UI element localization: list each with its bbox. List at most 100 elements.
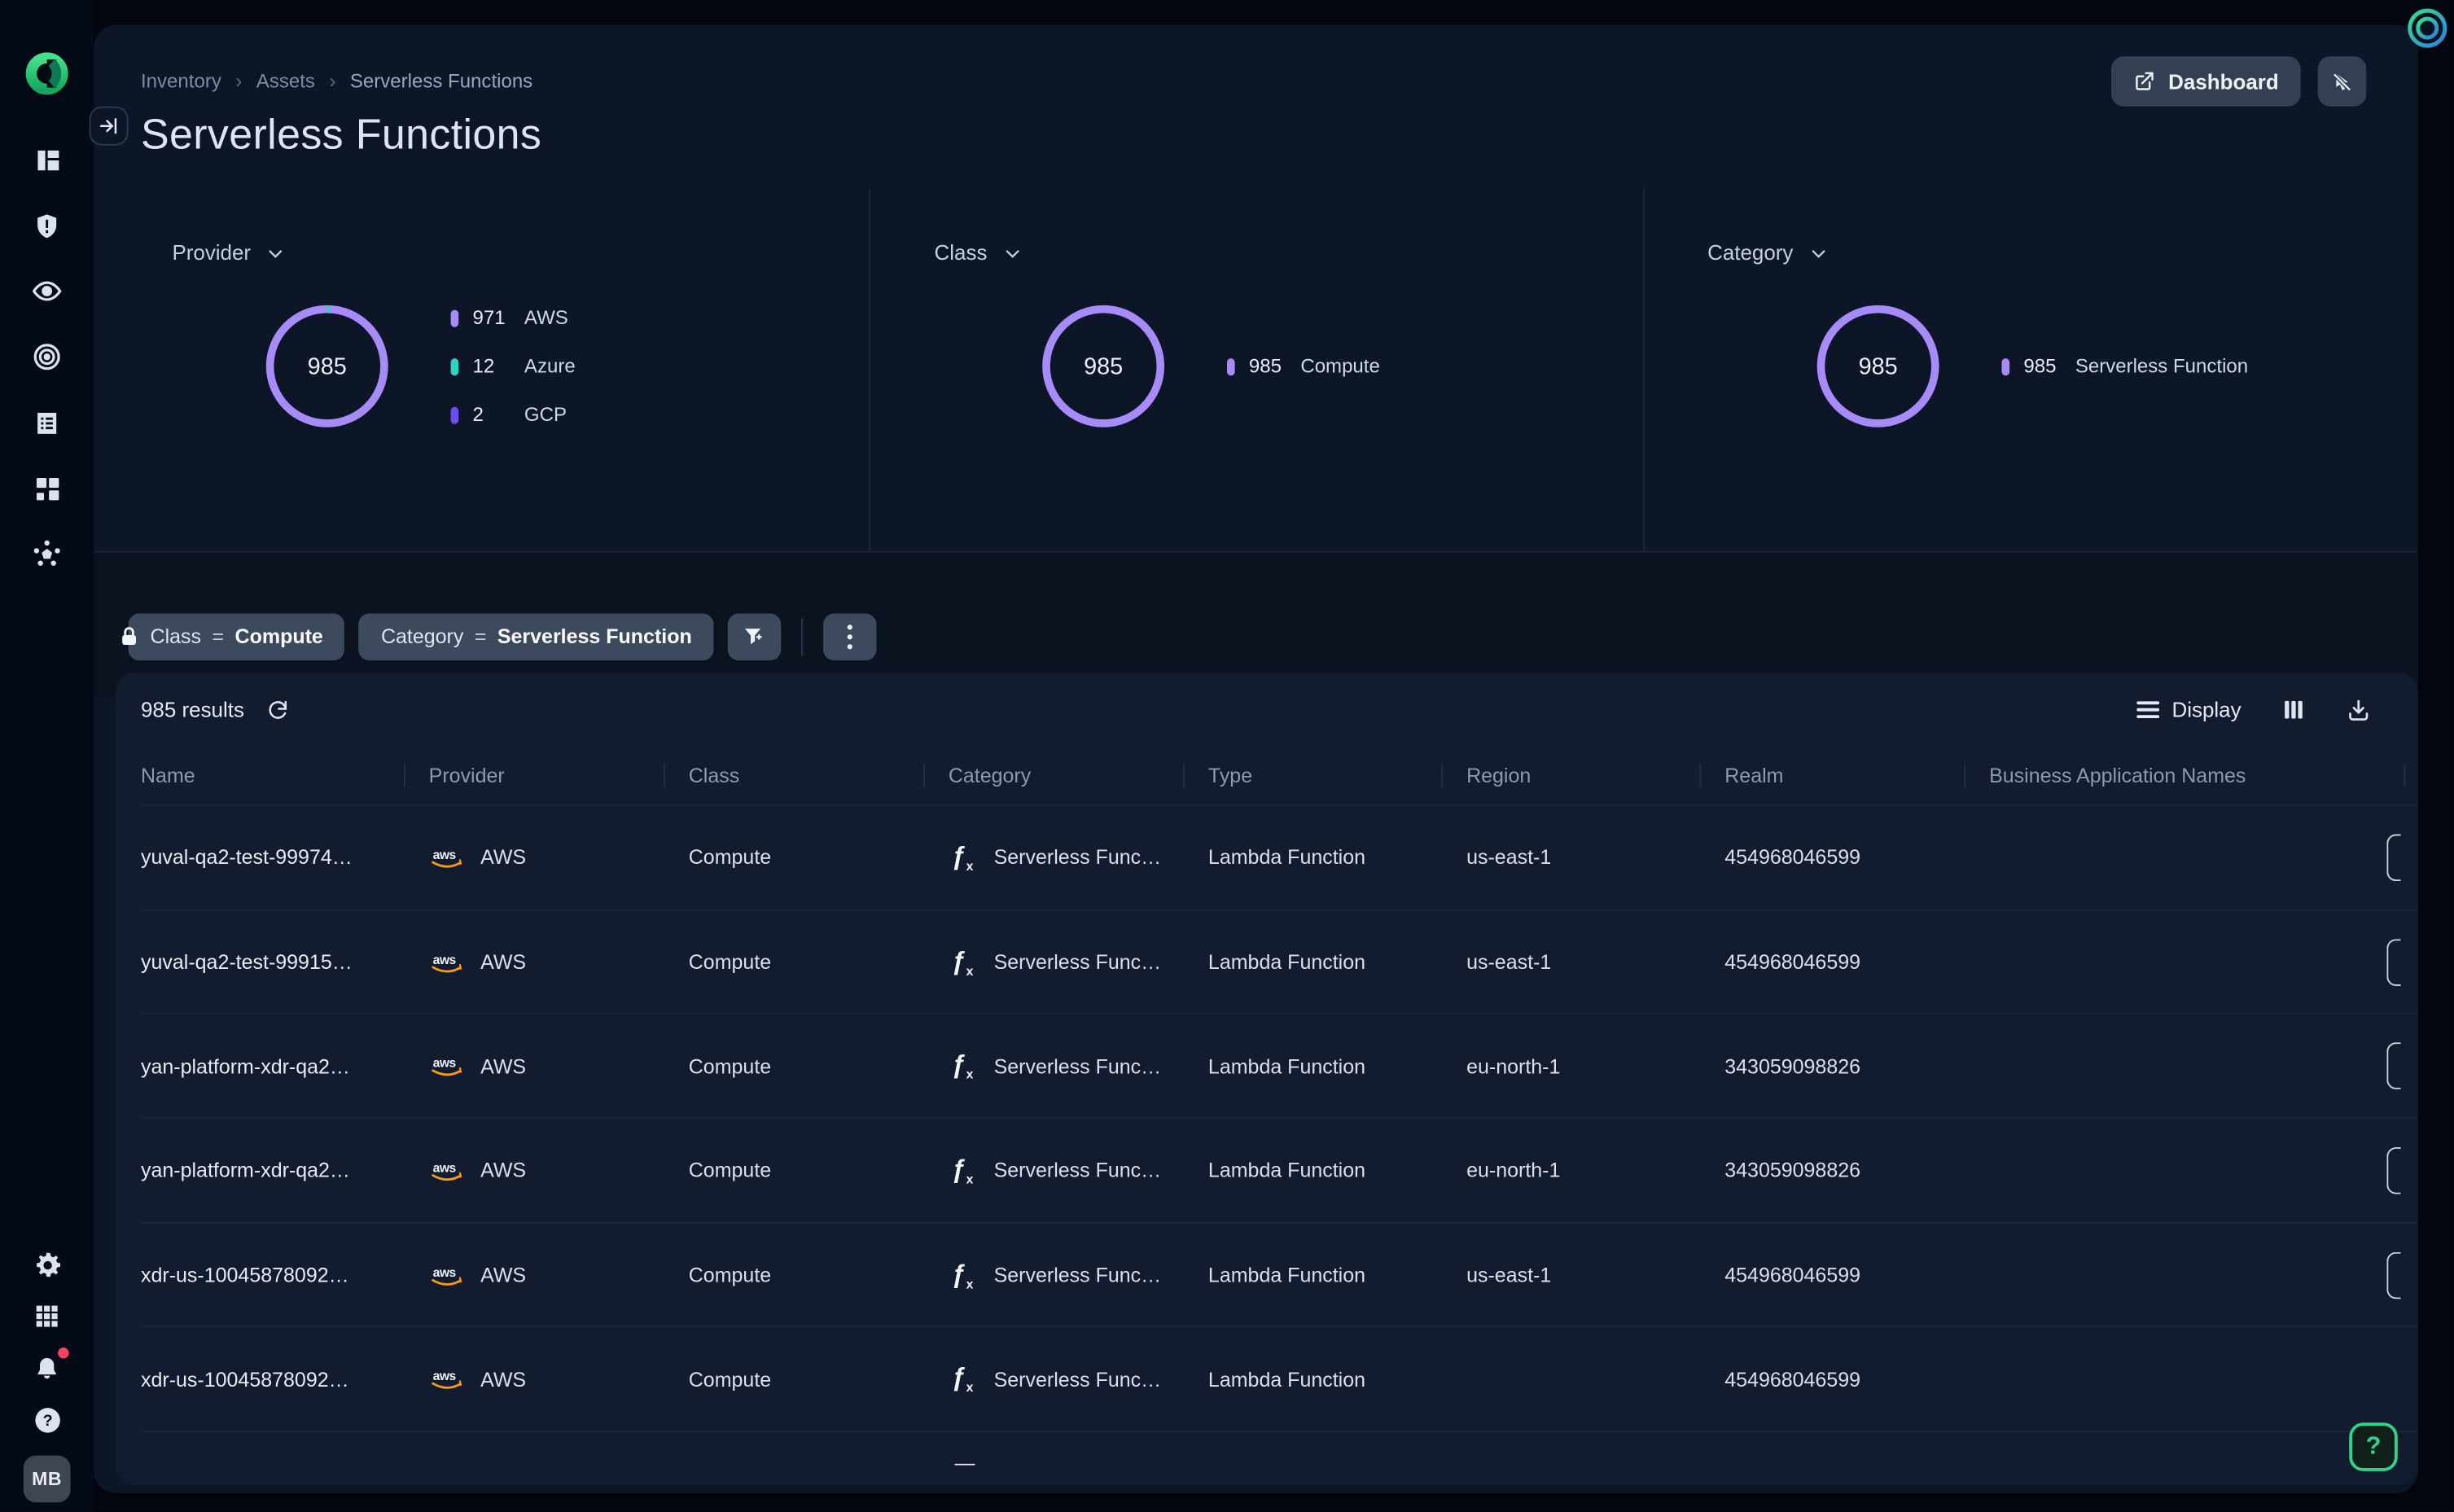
table-row[interactable]: yan-platform-xdr-qa2… aws AWS Compute ƒ … [141, 1013, 2418, 1117]
svg-text:x: x [966, 1172, 974, 1185]
cell-class: Compute [664, 1159, 923, 1182]
cell-name[interactable]: yan-platform-xdr-qa2… [141, 1054, 404, 1078]
category-widget-header[interactable]: Category [1645, 241, 2418, 265]
display-button[interactable]: Display [2136, 698, 2241, 721]
table-row[interactable]: yuval-qa2-test-99915… aws AWS Compute ƒ … [141, 909, 2418, 1013]
column-header-category[interactable]: Category [923, 764, 1183, 787]
column-header-business-application-names[interactable]: Business Application Names [1964, 764, 2404, 787]
category-widget: Category 985 985Serverless Function [1643, 188, 2417, 551]
svg-text:ƒ: ƒ [951, 1050, 965, 1079]
pointer-off-button[interactable] [2318, 56, 2367, 107]
provider-widget-header[interactable]: Provider [94, 241, 868, 265]
class-donut-chart[interactable]: 985 [1042, 305, 1164, 427]
company-logo-icon[interactable] [25, 51, 69, 95]
cell-name[interactable]: xdr-us-10045878092… [141, 1263, 404, 1286]
legend-item[interactable]: 12Azure [451, 355, 576, 377]
legend-count: 12 [473, 355, 524, 377]
table-row[interactable]: xdr-us-10045878092… aws AWS Compute ƒ x … [141, 1222, 2418, 1326]
cell-name[interactable]: yuval-qa2-test-99915… [141, 950, 404, 974]
table-body: yuval-qa2-test-99974… aws AWS Compute ƒ … [141, 804, 2418, 1431]
add-filter-button[interactable] [728, 613, 781, 660]
breadcrumb-inventory[interactable]: Inventory [141, 70, 221, 92]
notifications-bell-icon[interactable] [31, 1352, 62, 1383]
truncated-tag-chip [2386, 1147, 2400, 1194]
page-title: Serverless Functions [141, 111, 2418, 160]
target-icon[interactable] [31, 341, 62, 372]
cell-realm: 343059098826 [1699, 1054, 1964, 1078]
settings-gear-icon[interactable] [31, 1249, 62, 1280]
legend-label: Compute [1300, 355, 1380, 377]
category-name: Serverless Func… [994, 846, 1162, 870]
provider-donut-chart[interactable]: 985 [266, 305, 388, 427]
cell-class: Compute [664, 1263, 923, 1286]
report-icon[interactable] [31, 407, 62, 438]
sidebar-nav [31, 144, 62, 570]
app-viewport: ? MB Inventory › Assets › Serverless Fun… [0, 0, 2454, 1512]
category-donut-chart[interactable]: 985 [1817, 305, 1939, 427]
help-circle-icon[interactable]: ? [31, 1404, 62, 1435]
svg-text:ƒ: ƒ [951, 842, 965, 870]
refresh-icon[interactable] [266, 698, 290, 721]
table-row-partial[interactable]: — [141, 1431, 2418, 1485]
shield-alert-icon[interactable] [31, 210, 62, 241]
table-header: Name Provider Class Category Type Region… [141, 747, 2418, 804]
legend-item[interactable]: 971AWS [451, 307, 576, 329]
cell-name[interactable]: yuval-qa2-test-99974… [141, 846, 404, 870]
lambda-function-icon: ƒ x [949, 1364, 979, 1395]
sidebar-collapse-button[interactable] [90, 107, 129, 146]
cell-provider: aws AWS [404, 1156, 664, 1185]
cell-provider: aws AWS [404, 1365, 664, 1394]
column-header-realm[interactable]: Realm [1699, 764, 1964, 787]
legend-label: Azure [524, 355, 576, 377]
provider-name: AWS [480, 1263, 526, 1286]
inventory-layout-icon[interactable] [31, 144, 62, 175]
columns-button[interactable] [2282, 698, 2306, 721]
help-fab-button[interactable]: ? [2349, 1422, 2398, 1471]
filter-divider [801, 617, 803, 655]
chevron-down-icon [1003, 243, 1022, 262]
dashboard-button[interactable]: Dashboard [2112, 56, 2301, 107]
breadcrumb-assets[interactable]: Assets [256, 70, 315, 92]
external-link-icon [2134, 70, 2156, 92]
legend-item[interactable]: 2GCP [451, 404, 576, 426]
apps-grid-icon[interactable] [31, 1300, 62, 1331]
aws-logo-icon: aws [429, 1156, 467, 1185]
column-header-tags-truncated[interactable]: T [2404, 764, 2417, 787]
download-button[interactable] [2346, 697, 2371, 722]
svg-text:x: x [966, 1278, 974, 1291]
svg-text:?: ? [42, 1411, 52, 1429]
cell-name[interactable]: yan-platform-xdr-qa2… [141, 1159, 404, 1182]
sidebar-bottom: ? MB [0, 1249, 94, 1502]
donut-total: 985 [266, 305, 388, 427]
widget-label: Category [1707, 241, 1793, 265]
class-widget-header[interactable]: Class [870, 241, 1644, 265]
column-header-provider[interactable]: Provider [404, 764, 664, 787]
column-header-type[interactable]: Type [1183, 764, 1441, 787]
chevron-down-icon [1809, 243, 1828, 262]
filter-menu-kebab-button[interactable] [823, 613, 876, 660]
filter-chip-class[interactable]: Class = Compute [129, 613, 345, 660]
donut-total: 985 [1042, 305, 1164, 427]
category-name: Serverless Func… [994, 1263, 1162, 1286]
eye-icon[interactable] [31, 275, 62, 306]
cell-class: Compute [664, 846, 923, 870]
table-row[interactable]: yuval-qa2-test-99974… aws AWS Compute ƒ … [141, 804, 2418, 909]
legend-item[interactable]: 985Serverless Function [2001, 355, 2248, 377]
table-row[interactable]: xdr-us-10045878092… aws AWS Compute ƒ x … [141, 1326, 2418, 1431]
cell-name[interactable]: xdr-us-10045878092… [141, 1368, 404, 1391]
legend-bullet [1227, 357, 1235, 375]
legend-item[interactable]: 985Compute [1227, 355, 1380, 377]
widget-label: Provider [172, 241, 251, 265]
truncated-tag-chip [2386, 834, 2400, 881]
column-header-name[interactable]: Name [141, 764, 404, 787]
column-header-class[interactable]: Class [664, 764, 923, 787]
main-panel: Inventory › Assets › Serverless Function… [94, 25, 2417, 1493]
user-avatar[interactable]: MB [24, 1456, 71, 1503]
blocks-icon[interactable] [31, 473, 62, 504]
cluster-icon[interactable] [31, 538, 62, 569]
column-header-region[interactable]: Region [1441, 764, 1699, 787]
aws-logo-icon: aws [429, 844, 467, 872]
table-row[interactable]: yan-platform-xdr-qa2… aws AWS Compute ƒ … [141, 1118, 2418, 1222]
table-tools: Display [2136, 697, 2371, 722]
filter-chip-category[interactable]: Category = Serverless Function [359, 613, 714, 660]
